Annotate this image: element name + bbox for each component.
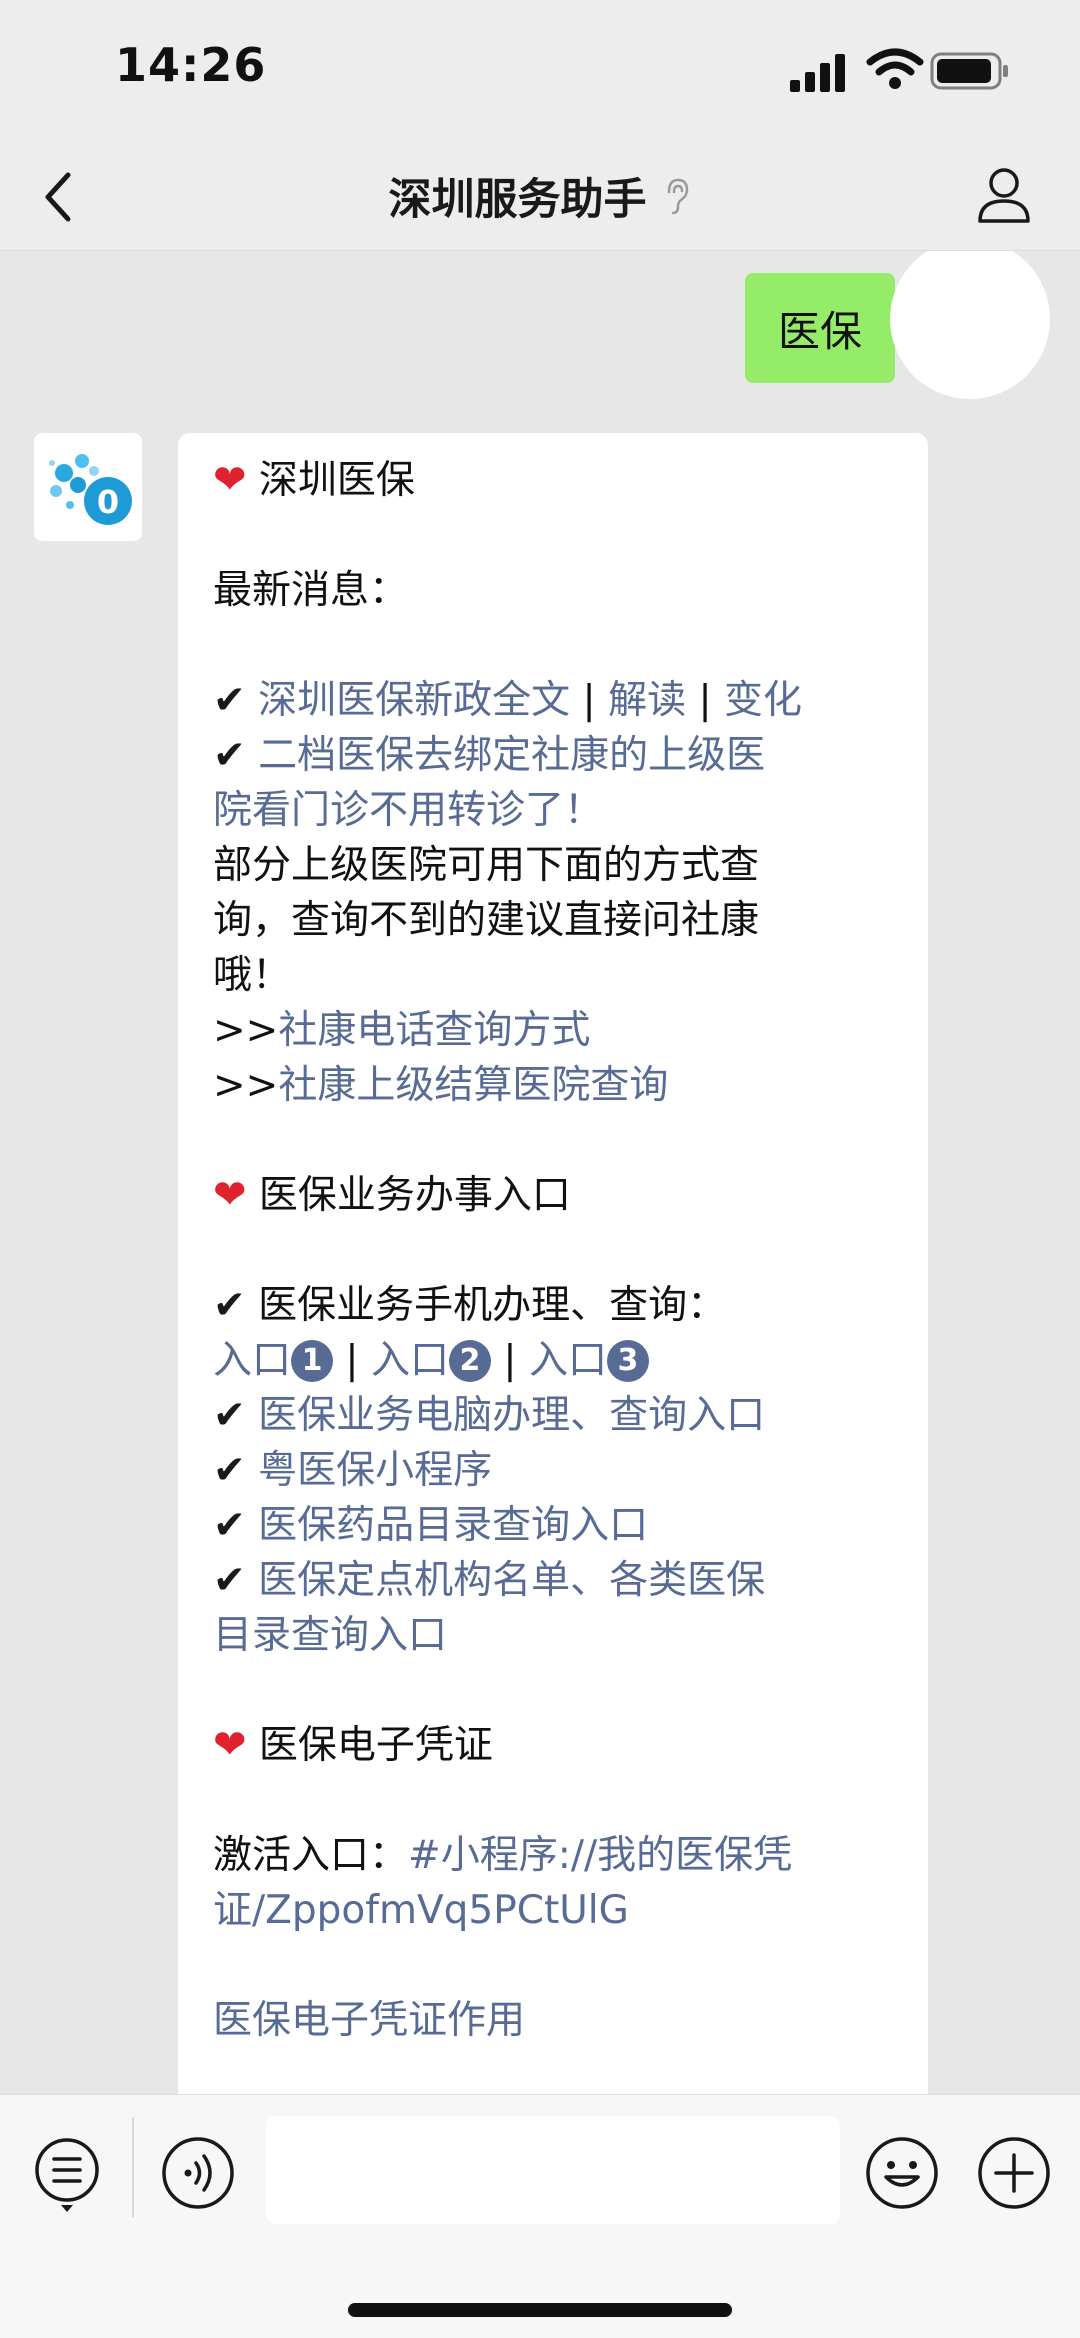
- check-icon: ✔: [213, 1393, 246, 1438]
- drug-catalog-line: ✔ 医保药品目录查询入口: [213, 1498, 898, 1553]
- account-logo-icon: 0: [49, 454, 132, 525]
- entry-link-1[interactable]: 入口 1: [213, 1338, 334, 1383]
- divider: [132, 2117, 134, 2217]
- separator: |: [582, 678, 596, 723]
- query-line: >>社康上级结算医院查询: [213, 1058, 898, 1113]
- body-text: 哦！: [213, 953, 292, 998]
- section-heading: ❤ 医保电子凭证: [213, 1718, 898, 1773]
- body-text: 部分上级医院可用下面的方式查: [213, 843, 760, 888]
- message-input[interactable]: [266, 2116, 840, 2224]
- user-avatar[interactable]: [890, 251, 1050, 399]
- nav-title-wrap: 深圳服务助手: [0, 165, 1080, 227]
- entry-link-2[interactable]: 入口 2: [371, 1338, 491, 1383]
- body-text: 询，查询不到的建议直接问社康: [213, 898, 760, 943]
- sent-message-bubble[interactable]: 医保: [745, 273, 895, 383]
- arrow-text: >>: [213, 1063, 279, 1108]
- activate-label: 激活入口：: [213, 1833, 409, 1878]
- separator: |: [345, 1338, 359, 1383]
- check-icon: ✔: [213, 733, 246, 778]
- voice-icon[interactable]: [160, 2135, 236, 2211]
- check-icon: ✔: [213, 1558, 246, 1603]
- hospital-query-link[interactable]: 社康上级结算医院查询: [278, 1063, 668, 1108]
- org-list-link-cont[interactable]: 目录查询入口: [213, 1608, 898, 1663]
- separator: |: [503, 1338, 517, 1383]
- heart-icon: ❤: [213, 1722, 247, 1768]
- latest-label: 最新消息：: [213, 568, 409, 613]
- news-line: ✔ 深圳医保新政全文 | 解读 | 变化: [213, 673, 898, 728]
- person-icon[interactable]: [976, 165, 1032, 225]
- referral-news-link[interactable]: 二档医保去绑定社康的上级医: [258, 733, 765, 778]
- received-message-bubble[interactable]: ❤ 深圳医保 最新消息： ✔ 深圳医保新政全文 | 解读 | 变化 ✔ 二档医保…: [178, 433, 928, 2094]
- separator: |: [698, 678, 712, 723]
- battery-icon: [930, 52, 1008, 90]
- activate-link-cont[interactable]: 证/ZppofmVq5PCtUlG: [213, 1883, 898, 1938]
- pc-service-link[interactable]: 医保业务电脑办理、查询入口: [258, 1393, 765, 1438]
- news-line: ✔ 二档医保去绑定社康的上级医: [213, 728, 898, 783]
- org-list-link[interactable]: 医保定点机构名单、各类医保: [258, 1558, 765, 1603]
- emoji-icon[interactable]: [864, 2135, 940, 2211]
- svg-text:0: 0: [97, 483, 119, 521]
- input-bar: [0, 2094, 1080, 2338]
- cellular-signal-icon: [790, 54, 845, 92]
- arrow-text: >>: [213, 1008, 279, 1053]
- wifi-icon: [866, 48, 924, 89]
- plus-icon[interactable]: [976, 2135, 1052, 2211]
- menu-list-icon[interactable]: [32, 2135, 102, 2215]
- check-icon: ✔: [213, 1283, 246, 1328]
- account-avatar[interactable]: 0: [34, 433, 142, 541]
- section-heading: ❤ 医保业务办事入口: [213, 1168, 898, 1223]
- section-title: 深圳医保: [258, 458, 415, 503]
- miniprogram-link[interactable]: 粤医保小程序: [258, 1448, 492, 1493]
- org-list-line: ✔ 医保定点机构名单、各类医保: [213, 1553, 898, 1608]
- activate-line: 激活入口：#小程序://我的医保凭: [213, 1828, 898, 1883]
- query-line: >>社康电话查询方式: [213, 1003, 898, 1058]
- activate-link[interactable]: #小程序://我的医保凭: [408, 1833, 792, 1878]
- heart-icon: ❤: [213, 457, 247, 503]
- section-title: 医保电子凭证: [258, 1723, 493, 1768]
- miniprogram-line: ✔ 粤医保小程序: [213, 1443, 898, 1498]
- status-time: 14:26: [115, 38, 267, 92]
- voucher-use-link[interactable]: 医保电子凭证作用: [213, 1993, 898, 2048]
- check-icon: ✔: [213, 1448, 246, 1493]
- pc-service-line: ✔ 医保业务电脑办理、查询入口: [213, 1388, 898, 1443]
- sent-message-text: 医保: [777, 306, 862, 356]
- policy-fulltext-link[interactable]: 深圳医保新政全文: [258, 678, 570, 723]
- page-title: 深圳服务助手: [388, 175, 647, 225]
- section-heading: ❤ 深圳医保: [213, 453, 898, 508]
- ear-icon: [667, 178, 688, 215]
- heart-icon: ❤: [213, 1172, 247, 1218]
- interpretation-link[interactable]: 解读: [608, 678, 686, 723]
- drug-catalog-link[interactable]: 医保药品目录查询入口: [258, 1503, 648, 1548]
- clinic-phone-query-link[interactable]: 社康电话查询方式: [278, 1008, 590, 1053]
- nav-bar: 深圳服务助手: [0, 145, 1080, 251]
- section-title: 医保业务办事入口: [258, 1173, 571, 1218]
- referral-news-link-cont[interactable]: 院看门诊不用转诊了！: [213, 783, 898, 838]
- home-indicator[interactable]: [348, 2303, 732, 2317]
- mobile-service-label: 医保业务手机办理、查询：: [258, 1283, 727, 1328]
- entry-links: 入口 1 | 入口 2 | 入口 3: [213, 1333, 898, 1388]
- chat-area[interactable]: 医保 0 ❤ 深圳医保 最新消息： ✔ 深圳医保新政全文 | 解读 | 变化 ✔…: [0, 251, 1080, 2094]
- check-icon: ✔: [213, 1503, 246, 1548]
- changes-link[interactable]: 变化: [724, 678, 802, 723]
- status-bar: 14:26: [0, 0, 1080, 145]
- mobile-service-line: ✔ 医保业务手机办理、查询：: [213, 1278, 898, 1333]
- check-icon: ✔: [213, 678, 246, 723]
- entry-link-3[interactable]: 入口 3: [529, 1338, 649, 1383]
